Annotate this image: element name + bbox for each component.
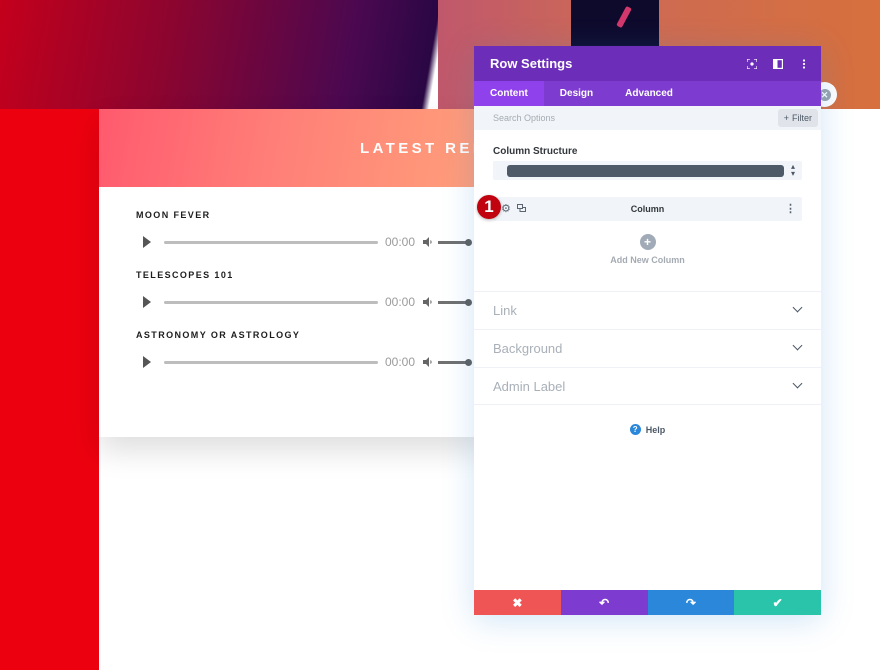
- panel-tabs: Content Design Advanced: [474, 81, 821, 106]
- column-structure-select[interactable]: ▴ ▾: [493, 161, 802, 180]
- check-icon: ✔: [772, 595, 783, 610]
- red-side-strip: [0, 109, 99, 670]
- track-title: TELESCOPES 101: [136, 270, 234, 280]
- column-item[interactable]: ⚙ Column ⋮: [493, 197, 802, 221]
- undo-button[interactable]: ↶: [560, 590, 648, 615]
- tab-design[interactable]: Design: [544, 81, 609, 106]
- help-label: Help: [645, 424, 666, 435]
- add-new-column-label: Add New Column: [610, 255, 685, 265]
- time-display: 00:00: [385, 235, 416, 249]
- volume-icon[interactable]: [422, 356, 434, 368]
- tab-content[interactable]: Content: [474, 81, 544, 106]
- card-header: LATEST RELEASES: [99, 109, 550, 187]
- toggle-link[interactable]: Link: [474, 291, 821, 329]
- play-icon[interactable]: [143, 236, 151, 248]
- chevron-down-icon: [792, 302, 803, 313]
- save-button[interactable]: ✔: [734, 590, 821, 615]
- progress-bar[interactable]: [164, 301, 378, 304]
- audio-player: 00:00: [136, 352, 486, 372]
- track-title: ASTRONOMY OR ASTROLOGY: [136, 330, 301, 340]
- volume-icon[interactable]: [422, 236, 434, 248]
- time-display: 00:00: [385, 295, 416, 309]
- tab-advanced[interactable]: Advanced: [609, 81, 689, 106]
- track-item: TELESCOPES 101 00:00: [136, 270, 486, 312]
- column-structure-label: Column Structure: [493, 146, 578, 157]
- select-arrows-icon: ▴ ▾: [790, 162, 795, 178]
- track-item: ASTRONOMY OR ASTROLOGY 00:00: [136, 330, 486, 372]
- step-badge: 1: [477, 195, 501, 219]
- plus-icon: +: [783, 113, 789, 123]
- filter-button[interactable]: + Filter: [777, 109, 818, 127]
- help-icon: ?: [629, 424, 641, 435]
- chevron-down-icon: [792, 378, 803, 389]
- filter-label: Filter: [792, 113, 812, 123]
- add-new-column-button[interactable]: + Add New Column: [474, 234, 821, 265]
- panel-header[interactable]: Row Settings: [474, 46, 821, 81]
- audio-player: 00:00: [136, 292, 486, 312]
- volume-handle[interactable]: [465, 299, 472, 306]
- undo-icon: ↶: [599, 595, 610, 610]
- cancel-button[interactable]: ✖: [474, 590, 561, 615]
- track-title: MOON FEVER: [136, 210, 211, 220]
- panel-footer: ✖ ↶ ↷ ✔: [474, 590, 821, 615]
- column-label: Column: [630, 204, 665, 214]
- panel-title: Row Settings: [490, 56, 573, 71]
- page: LATEST RELEASES MOON FEVER 00:00 TELESCO…: [0, 0, 880, 670]
- music-card: LATEST RELEASES MOON FEVER 00:00 TELESCO…: [99, 109, 550, 437]
- close-icon: ✖: [512, 595, 523, 610]
- search-placeholder: Search Options: [493, 113, 556, 123]
- progress-bar[interactable]: [164, 241, 378, 244]
- toggle-label: Background: [493, 341, 563, 356]
- toggle-label: Link: [493, 303, 517, 318]
- add-icon: +: [639, 234, 656, 250]
- play-icon[interactable]: [143, 356, 151, 368]
- hero-image: [571, 0, 659, 46]
- redo-icon: ↷: [685, 595, 696, 610]
- time-display: 00:00: [385, 355, 416, 369]
- column-structure-preview: [507, 165, 784, 177]
- toggle-label: Admin Label: [493, 378, 566, 394]
- progress-bar[interactable]: [164, 361, 378, 364]
- volume-icon[interactable]: [422, 296, 434, 308]
- toggle-admin-label[interactable]: Admin Label: [474, 367, 821, 405]
- play-icon[interactable]: [143, 296, 151, 308]
- column-more-icon[interactable]: ⋮: [785, 202, 796, 215]
- focus-icon[interactable]: [745, 57, 759, 71]
- split-view-icon[interactable]: [771, 57, 785, 71]
- search-options-input[interactable]: Search Options + Filter: [474, 106, 821, 130]
- help-link[interactable]: ? Help: [474, 424, 821, 435]
- chevron-down-icon: [792, 340, 803, 351]
- more-options-icon[interactable]: [797, 57, 811, 71]
- toggle-background[interactable]: Background: [474, 329, 821, 367]
- track-item: MOON FEVER 00:00: [136, 210, 486, 252]
- row-settings-panel: Row Settings Content Design Advanced Sea…: [474, 46, 821, 615]
- redo-button[interactable]: ↷: [647, 590, 735, 615]
- audio-player: 00:00: [136, 232, 486, 252]
- volume-handle[interactable]: [465, 359, 472, 366]
- volume-handle[interactable]: [465, 239, 472, 246]
